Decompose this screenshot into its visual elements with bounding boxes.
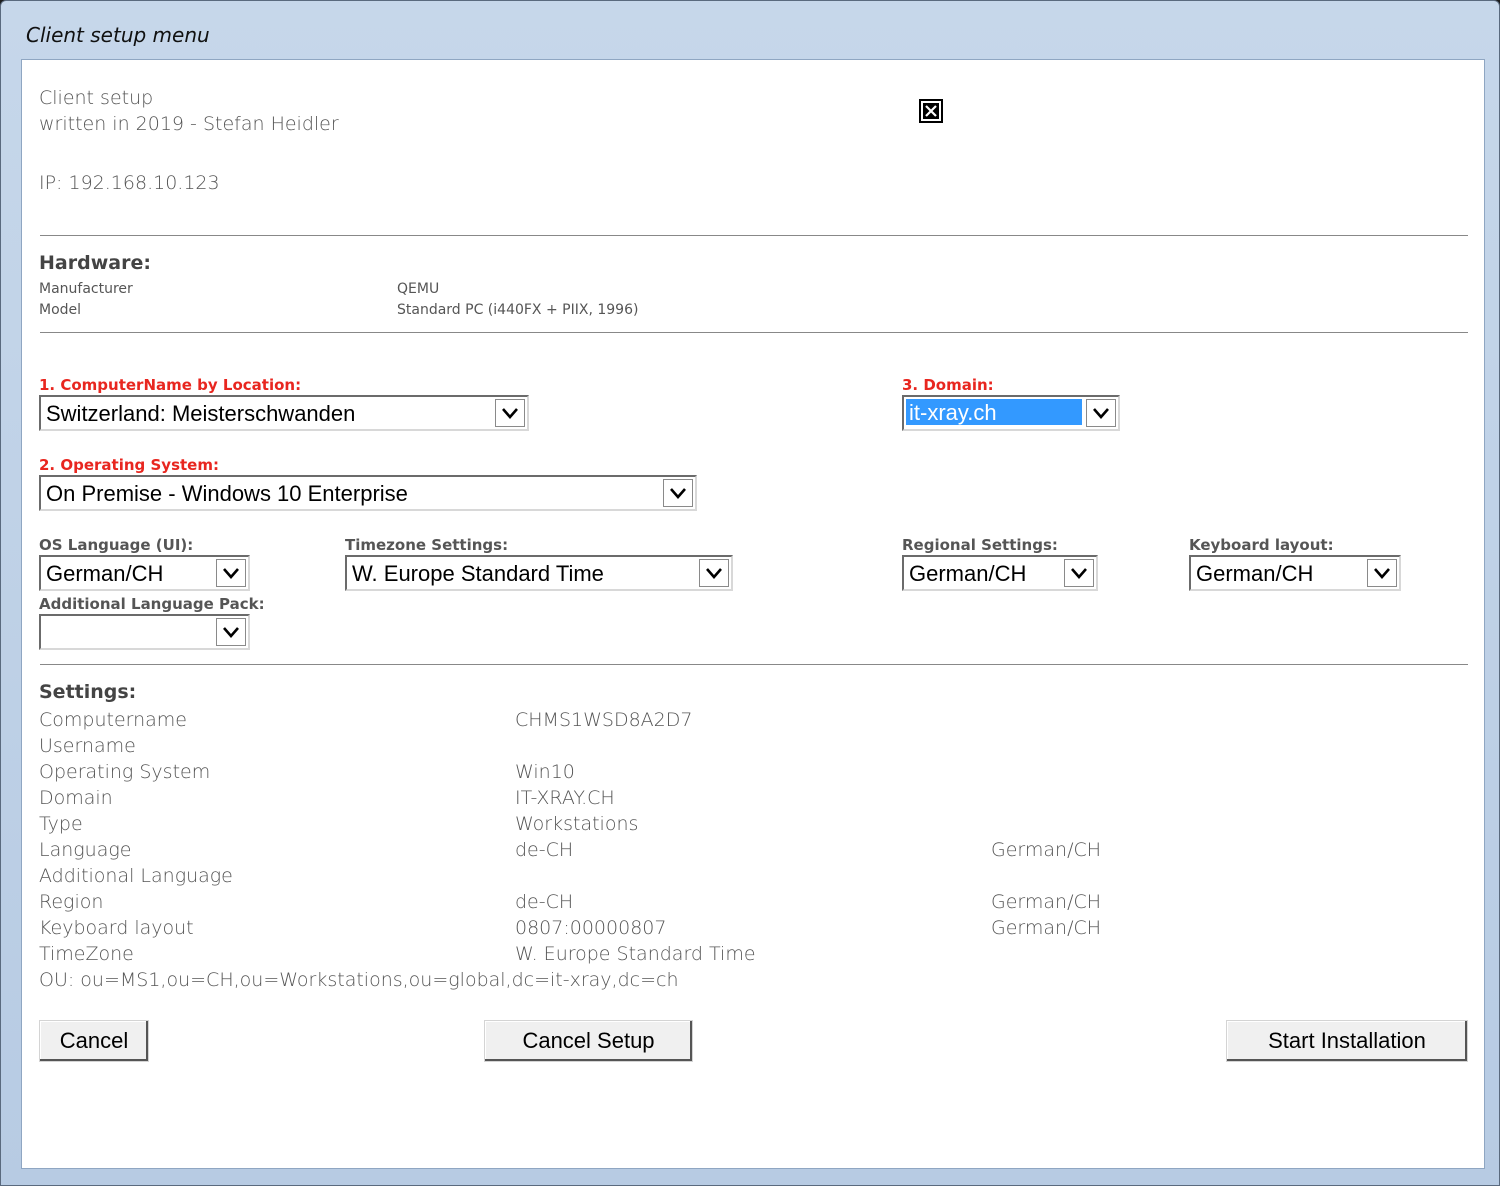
settings-label: Language <box>39 839 132 861</box>
settings-label: Operating System <box>39 761 211 783</box>
addlang-label: Additional Language Pack: <box>39 595 265 613</box>
settings-extra: German/CH <box>991 839 1102 861</box>
os-language-label: OS Language (UI): <box>39 536 194 554</box>
computername-label: 1. ComputerName by Location: <box>39 376 302 394</box>
client-area: Client setup written in 2019 - Stefan He… <box>21 59 1485 1169</box>
ip-address: IP: 192.168.10.123 <box>39 172 220 194</box>
settings-value: 0807:00000807 <box>515 917 667 939</box>
window-title: Client setup menu <box>26 23 210 47</box>
settings-title: Settings: <box>39 681 137 703</box>
os-label: 2. Operating System: <box>39 456 219 474</box>
computername-select[interactable]: Switzerland: Meisterschwanden <box>39 395 529 431</box>
settings-label: Domain <box>39 787 113 809</box>
settings-label: Region <box>39 891 104 913</box>
os-language-value: German/CH <box>46 561 164 586</box>
settings-extra: German/CH <box>991 917 1102 939</box>
regional-label: Regional Settings: <box>902 536 1058 554</box>
timezone-label: Timezone Settings: <box>345 536 509 554</box>
settings-extra: German/CH <box>991 891 1102 913</box>
divider <box>40 664 1468 665</box>
settings-label: Keyboard layout <box>39 917 194 939</box>
cancel-setup-button[interactable]: Cancel Setup <box>484 1020 693 1062</box>
settings-value: de-CH <box>515 839 574 861</box>
computername-value: Switzerland: Meisterschwanden <box>46 401 356 426</box>
keyboard-value: German/CH <box>1196 561 1314 586</box>
hardware-label: Manufacturer <box>39 281 133 297</box>
client-setup-window: Client setup menu Client setup written i… <box>0 0 1500 1186</box>
chevron-down-icon[interactable] <box>1064 559 1094 587</box>
settings-value: Win10 <box>515 761 575 783</box>
os-value: On Premise - Windows 10 Enterprise <box>46 481 408 506</box>
author-line: written in 2019 - Stefan Heidler <box>39 113 339 135</box>
settings-value: CHMS1WSD8A2D7 <box>515 709 693 731</box>
chevron-down-icon[interactable] <box>1367 559 1397 587</box>
domain-value: it-xray.ch <box>906 399 1082 425</box>
os-language-select[interactable]: German/CH <box>39 555 250 591</box>
settings-label: Username <box>39 735 136 757</box>
keyboard-select[interactable]: German/CH <box>1189 555 1401 591</box>
ou-path: OU: ou=MS1,ou=CH,ou=Workstations,ou=glob… <box>39 969 679 991</box>
cancel-button[interactable]: Cancel <box>39 1020 149 1062</box>
start-installation-button[interactable]: Start Installation <box>1226 1020 1468 1062</box>
settings-value: W. Europe Standard Time <box>515 943 756 965</box>
chevron-down-icon[interactable] <box>1086 399 1116 427</box>
settings-label: TimeZone <box>39 943 134 965</box>
app-name: Client setup <box>39 87 154 109</box>
domain-label: 3. Domain: <box>902 376 994 394</box>
hardware-label: Model <box>39 302 82 318</box>
regional-select[interactable]: German/CH <box>902 555 1098 591</box>
hardware-value: QEMU <box>397 281 440 297</box>
settings-label: Computername <box>39 709 188 731</box>
settings-value: IT-XRAY.CH <box>515 787 615 809</box>
regional-value: German/CH <box>909 561 1027 586</box>
hardware-title: Hardware: <box>39 252 151 274</box>
os-select[interactable]: On Premise - Windows 10 Enterprise <box>39 475 697 511</box>
keyboard-label: Keyboard layout: <box>1189 536 1334 554</box>
close-icon[interactable] <box>919 99 943 123</box>
hardware-value: Standard PC (i440FX + PIIX, 1996) <box>397 302 639 318</box>
settings-label: Additional Language <box>39 865 233 887</box>
addlang-select[interactable] <box>39 614 250 650</box>
divider <box>40 332 1468 333</box>
settings-value: Workstations <box>515 813 639 835</box>
settings-value: de-CH <box>515 891 574 913</box>
domain-select[interactable]: it-xray.ch <box>902 395 1120 431</box>
chevron-down-icon[interactable] <box>495 399 525 427</box>
timezone-value: W. Europe Standard Time <box>352 561 604 586</box>
chevron-down-icon[interactable] <box>216 618 246 646</box>
settings-label: Type <box>39 813 83 835</box>
divider <box>40 235 1468 236</box>
chevron-down-icon[interactable] <box>663 479 693 507</box>
timezone-select[interactable]: W. Europe Standard Time <box>345 555 733 591</box>
chevron-down-icon[interactable] <box>216 559 246 587</box>
chevron-down-icon[interactable] <box>699 559 729 587</box>
title-bar[interactable]: Client setup menu <box>1 1 1499 59</box>
